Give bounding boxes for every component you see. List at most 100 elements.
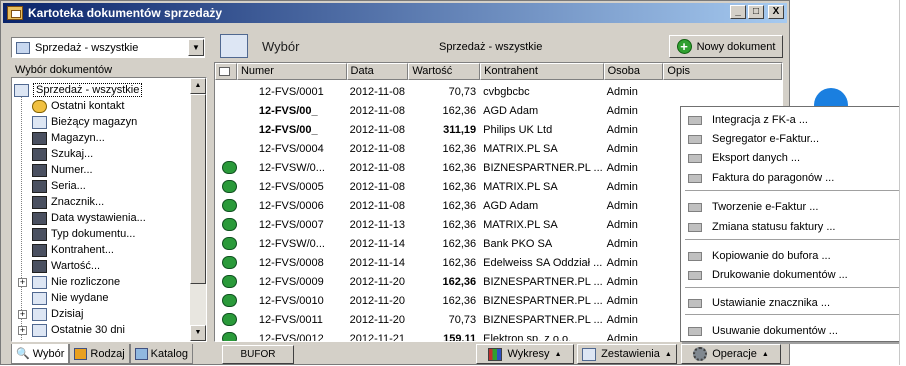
cell-numer: 12-FVS/0009	[258, 275, 324, 288]
column-header-data[interactable]: Data	[346, 63, 409, 80]
menu-item-label: Zmiana statusu faktury ...	[712, 221, 836, 233]
cell-kontrahent: AGD Adam	[483, 199, 539, 212]
menu-item-label: Kopiowanie do bufora ...	[712, 250, 831, 262]
cell-numer: 12-FVS/00_	[258, 123, 318, 136]
select-all-header[interactable]	[215, 63, 237, 80]
tree-item[interactable]: Bieżący magazyn	[32, 114, 137, 130]
document-status-icon	[222, 199, 237, 212]
tree-item[interactable]: Seria...	[32, 178, 86, 194]
document-filter-combo[interactable]: Sprzedaż - wszystkie ▼	[11, 37, 205, 58]
menu-item[interactable]: Drukowanie dokumentów ...	[681, 265, 903, 285]
binoculars-icon	[32, 179, 47, 193]
minimize-button[interactable]: _	[730, 5, 746, 19]
tree-item[interactable]: + Ostatnie 30 dni	[18, 322, 125, 338]
column-header-numer[interactable]: Numer	[236, 63, 347, 80]
menu-item[interactable]: Usuwanie dokumentów ...	[681, 321, 903, 341]
tree-scrollbar[interactable]: ▲ ▼	[190, 78, 206, 341]
expand-icon[interactable]: +	[18, 309, 27, 319]
cell-kontrahent: Philips UK Ltd	[483, 123, 553, 136]
list-icon	[14, 83, 29, 97]
header-context: Sprzedaż - wszystkie	[439, 41, 543, 53]
bufor-button[interactable]: BUFOR	[222, 345, 294, 364]
cell-numer: 12-FVS/0012	[258, 332, 324, 342]
cell-osoba: Admin	[606, 294, 638, 307]
cell-wartosc: 162,36	[442, 275, 477, 288]
gear-icon	[693, 347, 708, 361]
cell-numer: 12-FVS/0006	[258, 199, 324, 212]
selection-tree: ▲ ▼ Sprzedaż - wszystkie Ostatni kontakt B…	[11, 77, 207, 342]
tree-item[interactable]: Kontrahent...	[32, 242, 114, 258]
binoculars-icon	[32, 131, 47, 145]
expand-icon[interactable]: +	[18, 277, 27, 287]
checkbox-icon	[219, 67, 230, 76]
chevron-down-icon[interactable]: ▼	[188, 39, 204, 56]
menu-item[interactable]: Kopiowanie do bufora ...	[681, 246, 903, 266]
cell-data: 2012-11-20	[349, 294, 406, 307]
bottom-toolbar: BUFOR Wykresy ▲ Zestawienia ▲ Operacje ▲	[214, 343, 787, 365]
scroll-thumb[interactable]	[190, 94, 206, 284]
menu-item[interactable]: Zmiana statusu faktury ...	[681, 217, 903, 237]
tree-item[interactable]: Nie wydane	[32, 290, 108, 306]
scroll-up-button[interactable]: ▲	[190, 78, 206, 94]
tree-item[interactable]: + Nie rozliczone	[18, 274, 120, 290]
window-controls: _ □ X	[730, 5, 784, 19]
tree-item[interactable]: Ostatni kontakt	[32, 98, 124, 114]
document-status-icon	[222, 161, 237, 174]
list-icon	[32, 291, 47, 305]
tree-item[interactable]: Magazyn...	[32, 130, 105, 146]
menu-item[interactable]: Segregator e-Faktur...	[681, 129, 903, 149]
reports-button[interactable]: Zestawienia ▲	[577, 344, 677, 364]
menu-item[interactable]: Eksport danych ...	[681, 148, 903, 168]
tree-item[interactable]: + Dzisiaj	[18, 306, 83, 322]
tree-item-label: Seria...	[51, 180, 86, 192]
menu-item-icon	[688, 202, 702, 212]
new-document-button[interactable]: + Nowy dokument	[669, 35, 783, 58]
column-header-kontrahent[interactable]: Kontrahent	[480, 63, 604, 80]
cell-kontrahent: cvbgbcbc	[483, 85, 530, 98]
menu-item-label: Eksport danych ...	[712, 152, 801, 164]
left-tabs: 🔍 Wybór Rodzaj Katalog	[11, 344, 207, 366]
menu-item[interactable]: Faktura do paragonów ...	[681, 168, 903, 188]
document-status-icon	[222, 313, 237, 326]
maximize-button[interactable]: □	[748, 5, 764, 19]
chart-icon	[488, 347, 503, 361]
cell-numer: 12-FVS/0008	[258, 256, 324, 269]
cell-wartosc: 70,73	[448, 313, 477, 326]
reports-label: Zestawienia	[601, 348, 660, 360]
column-header-wartosc[interactable]: Wartość	[408, 63, 481, 80]
binoculars-icon	[32, 227, 47, 241]
column-header-osoba[interactable]: Osoba	[603, 63, 664, 80]
scroll-down-button[interactable]: ▼	[190, 325, 206, 341]
charts-button[interactable]: Wykresy ▲	[476, 344, 574, 364]
tab-katalog[interactable]: Katalog	[129, 344, 193, 364]
menu-item[interactable]: Tworzenie e-Faktur ...	[681, 197, 903, 217]
tab-wybor[interactable]: 🔍 Wybór	[11, 344, 70, 364]
menu-item[interactable]: Ustawianie znacznika ...	[681, 293, 903, 313]
row-status-cell	[215, 218, 237, 231]
tree-item[interactable]: Szukaj...	[32, 146, 93, 162]
cell-numer: 12-FVS/0011	[258, 313, 323, 326]
tree-item[interactable]: Wartość...	[32, 258, 100, 274]
operations-button[interactable]: Operacje ▲	[681, 344, 781, 364]
table-row[interactable]: 12-FVS/0001 2012-11-08 70,73 cvbgbcbc Admin	[215, 82, 782, 101]
menu-item[interactable]: Integracja z FK-a ...	[681, 110, 903, 130]
menu-item-label: Usuwanie dokumentów ...	[712, 325, 838, 337]
column-header-opis[interactable]: Opis	[663, 63, 782, 80]
tree-item[interactable]: Sprzedaż - wszystkie	[14, 82, 143, 98]
tree-item[interactable]: Data wystawienia...	[32, 210, 146, 226]
document-status-icon	[222, 180, 237, 193]
tree-item[interactable]: Znacznik...	[32, 194, 104, 210]
expand-icon[interactable]: +	[18, 325, 27, 335]
tree-item[interactable]: Typ dokumentu...	[32, 226, 135, 242]
cell-osoba: Admin	[606, 199, 638, 212]
close-button[interactable]: X	[768, 5, 784, 19]
list-icon	[32, 115, 47, 129]
folder-icon	[74, 347, 88, 360]
cell-osoba: Admin	[606, 313, 638, 326]
tree-item[interactable]: Numer...	[32, 162, 93, 178]
cell-kontrahent: MATRIX.PL SA	[483, 142, 558, 155]
tab-rodzaj[interactable]: Rodzaj	[69, 344, 130, 364]
menu-item-icon	[688, 153, 702, 163]
row-status-cell	[215, 161, 237, 174]
menu-separator	[685, 239, 899, 240]
